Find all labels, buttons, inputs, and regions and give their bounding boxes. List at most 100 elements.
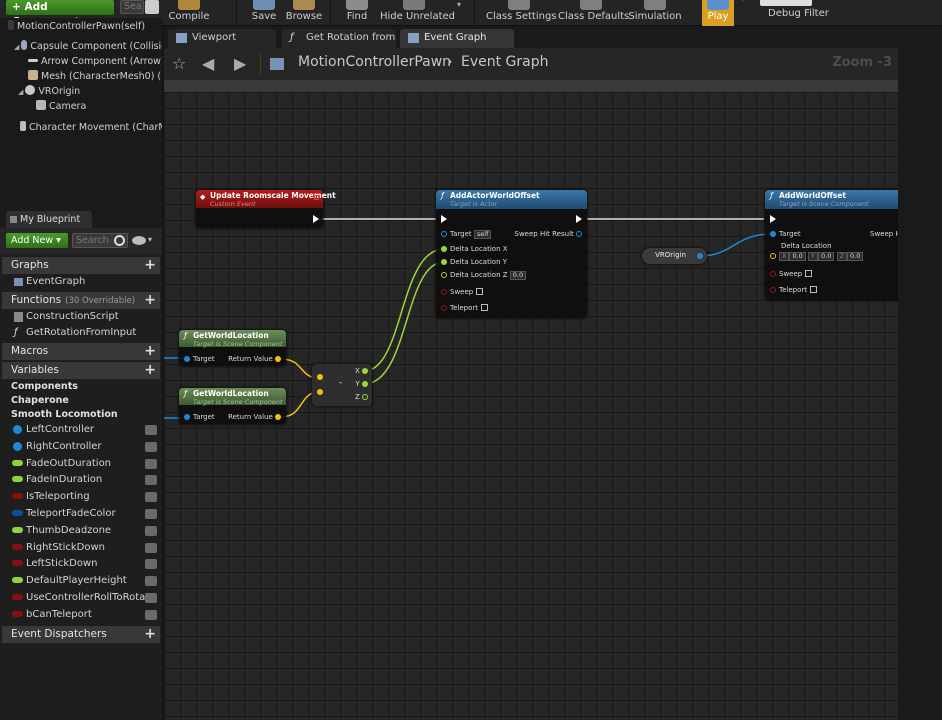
variable-item[interactable]: FadeInDuration (2, 472, 160, 488)
variable-item[interactable]: TeleportFadeColor (2, 506, 160, 522)
hide-unrelated-button[interactable]: Hide Unrelated (380, 0, 455, 26)
visibility-eye-icon[interactable] (145, 525, 157, 536)
vector-a-pin[interactable] (317, 374, 323, 380)
delta-x-pin[interactable]: Delta Location X (441, 245, 508, 253)
category-smooth-locomotion[interactable]: Smooth Locomotion (2, 408, 160, 422)
output-z-pin[interactable]: Z (355, 393, 368, 401)
vector-subtract-node[interactable]: - X Y Z (312, 364, 372, 406)
add-function-plus-icon[interactable]: + (144, 292, 156, 309)
breadcrumb-current[interactable]: Event Graph (461, 54, 549, 70)
variable-item[interactable]: ThumbDeadzone (2, 523, 160, 539)
variables-section-header[interactable]: Variables + (2, 362, 160, 379)
sweep-hit-result-pin[interactable]: Sweep H (870, 230, 898, 238)
tree-item-arrow[interactable]: Arrow Component (Arrow) (In (0, 54, 162, 69)
teleport-checkbox[interactable] (810, 286, 817, 293)
compile-button[interactable]: Compile (168, 0, 210, 26)
get-world-location-node-2[interactable]: ƒ GetWorldLocation Target is Scene Compo… (179, 388, 286, 424)
tree-item-camera[interactable]: Camera (0, 99, 162, 114)
tree-item-root[interactable]: MotionControllerPawn(self) (0, 19, 162, 34)
save-button[interactable]: Save (248, 0, 280, 26)
tree-item-vrorigin[interactable]: ◢ VROrigin (0, 84, 162, 99)
target-pin[interactable]: Target (184, 355, 215, 363)
find-button[interactable]: Find (340, 0, 374, 26)
variable-item[interactable]: FadeOutDuration (2, 456, 160, 472)
delta-y-pin[interactable]: Delta Location Y (441, 258, 507, 266)
add-component-button[interactable]: + Add Component ▾ (6, 0, 114, 28)
output-y-pin[interactable]: Y (355, 380, 368, 388)
debug-object-selector[interactable] (760, 0, 812, 6)
my-blueprint-tab[interactable]: My Blueprint (6, 211, 92, 228)
teleport-pin[interactable]: Teleport (441, 304, 488, 312)
add-world-offset-node[interactable]: ƒ AddWorldOffset Target is Scene Compone… (765, 190, 898, 300)
play-button[interactable]: Play (702, 0, 734, 26)
exec-out-pin[interactable] (313, 215, 319, 223)
return-value-pin[interactable]: Return Value (228, 355, 281, 363)
category-chaperone[interactable]: Chaperone (2, 394, 160, 408)
visibility-eye-icon[interactable] (145, 542, 157, 553)
visibility-eye-icon[interactable] (145, 593, 157, 603)
hide-unrelated-dropdown[interactable]: ▾ (455, 0, 463, 26)
sweep-pin[interactable]: Sweep (441, 288, 484, 296)
add-graph-plus-icon[interactable]: + (144, 257, 156, 274)
add-actor-world-offset-node[interactable]: ƒ AddActorWorldOffset Target is Actor Ta… (436, 190, 587, 318)
tree-item-mesh[interactable]: Mesh (CharacterMesh0) (Inhe (0, 69, 162, 84)
forward-arrow-icon[interactable]: ▶ (234, 54, 246, 73)
visibility-eye-icon[interactable] (145, 509, 157, 519)
target-pin[interactable]: Target (184, 413, 215, 421)
search-icon[interactable] (114, 235, 125, 246)
class-defaults-button[interactable]: Class Defaults (558, 0, 629, 26)
exec-out-pin[interactable] (576, 215, 582, 223)
graphs-section-header[interactable]: Graphs + (2, 257, 160, 274)
add-macro-plus-icon[interactable]: + (144, 343, 156, 360)
collapse-arrow-icon[interactable]: ◢ (18, 88, 23, 96)
visibility-eye-icon[interactable] (145, 475, 157, 486)
visibility-eye-icon[interactable] (145, 559, 157, 570)
exec-in-pin[interactable] (441, 215, 447, 223)
variable-item[interactable]: RightController (2, 439, 160, 455)
delta-location-pin[interactable]: X 0.0 Y 0.0 Z 0.0 (770, 252, 864, 261)
vrorigin-output-pin[interactable] (697, 253, 703, 259)
event-delegate-pin[interactable] (314, 195, 319, 200)
play-options-dropdown[interactable]: ▾ (738, 0, 748, 20)
variable-item[interactable]: LeftController (2, 422, 160, 438)
variable-item[interactable]: IsTeleporting (2, 489, 160, 505)
teleport-pin[interactable]: Teleport (770, 286, 817, 294)
visibility-eye-icon[interactable] (145, 458, 157, 469)
exec-in-pin[interactable] (770, 215, 776, 223)
function-item-get-rotation[interactable]: ƒ GetRotationFromInput (2, 325, 160, 341)
delta-z-pin[interactable]: Delta Location Z 0.0 (441, 271, 527, 280)
collapse-arrow-icon[interactable]: ◢ (14, 43, 19, 51)
functions-section-header[interactable]: Functions (30 Overridable) + (2, 292, 160, 309)
output-x-pin[interactable]: X (355, 367, 368, 375)
breadcrumb-root[interactable]: MotionControllerPawn (298, 54, 451, 70)
target-pin[interactable]: Target self (441, 230, 492, 239)
back-arrow-icon[interactable]: ◀ (202, 54, 214, 73)
simulation-button[interactable]: Simulation (628, 0, 682, 26)
tree-item-capsule[interactable]: ◢Capsule Component (CollisionC (0, 39, 162, 54)
event-graph-item[interactable]: EventGraph (2, 274, 160, 290)
sweep-hit-result-pin[interactable]: Sweep Hit Result (515, 230, 582, 238)
view-options-dropdown-icon[interactable]: ▾ (148, 235, 152, 244)
favorite-star-icon[interactable]: ☆ (172, 54, 186, 73)
class-settings-button[interactable]: Class Settings (486, 0, 557, 26)
sweep-checkbox[interactable] (476, 288, 484, 295)
target-pin[interactable]: Target (770, 230, 801, 238)
teleport-checkbox[interactable] (481, 304, 488, 311)
add-dispatcher-plus-icon[interactable]: + (144, 626, 156, 643)
visibility-eye-icon[interactable] (145, 609, 157, 620)
tab-event-graph[interactable]: Event Graph (400, 29, 514, 48)
vector-b-pin[interactable] (317, 389, 323, 395)
browse-button[interactable]: Browse (284, 0, 324, 26)
get-world-location-node-1[interactable]: ƒ GetWorldLocation Target is Scene Compo… (179, 330, 286, 366)
components-search-input[interactable]: Sea (120, 0, 144, 14)
add-new-button[interactable]: Add New ▾ (6, 233, 68, 248)
event-dispatchers-section-header[interactable]: Event Dispatchers + (2, 626, 160, 643)
sweep-pin[interactable]: Sweep (770, 270, 813, 278)
tree-item-character-movement[interactable]: Character Movement (CharMov (0, 120, 162, 135)
variable-item[interactable]: LeftStickDown (2, 556, 160, 572)
tab-get-rotation[interactable]: ƒ Get Rotation from I (282, 29, 396, 48)
visibility-eye-icon[interactable] (145, 441, 157, 452)
variable-item[interactable]: RightStickDown (2, 540, 160, 556)
visibility-eye-icon[interactable] (145, 576, 157, 587)
visibility-eye-icon[interactable] (145, 425, 157, 435)
